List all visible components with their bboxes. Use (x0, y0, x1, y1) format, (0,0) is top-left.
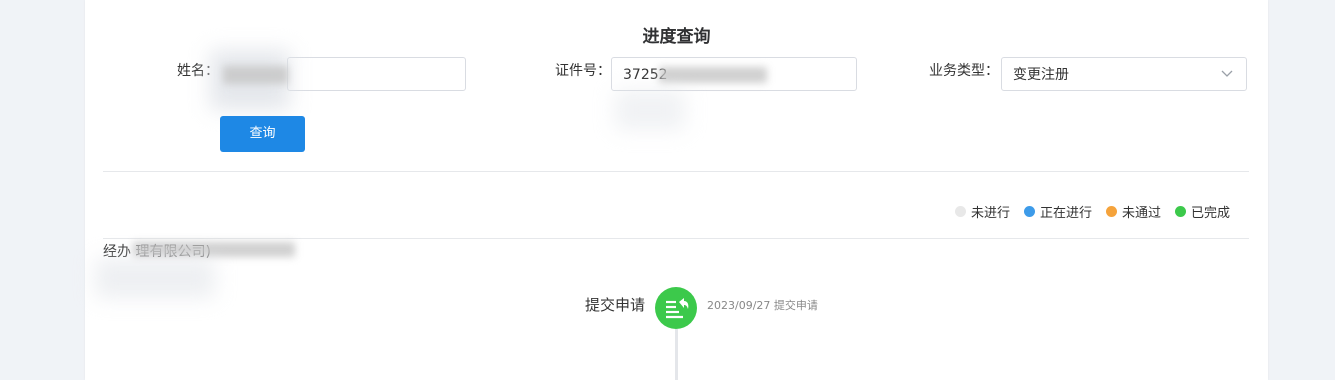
legend-item: 已完成 (1174, 202, 1230, 221)
legend-label: 未进行 (970, 206, 1010, 221)
timeline-step-icon (655, 287, 697, 329)
redaction-blur (615, 90, 685, 130)
status-dot-icon (1174, 206, 1186, 217)
redaction-blur (659, 67, 767, 83)
submit-list-icon (666, 298, 689, 319)
main-card: 进度查询 姓名： 证件号： 37252 业务类型： 变更注册 查询 未进行 正在… (85, 0, 1268, 380)
legend-label: 已完成 (1190, 206, 1230, 221)
business-type-value: 变更注册 (1013, 67, 1069, 83)
timeline-step-title: 提交申请 (585, 296, 646, 314)
legend-item: 未进行 (954, 202, 1010, 221)
divider (103, 238, 1249, 239)
timeline-step-description: 2023/09/27 提交申请 (707, 299, 818, 312)
redaction-blur (95, 258, 215, 298)
redaction-blur (223, 66, 288, 84)
legend-label: 正在进行 (1039, 206, 1092, 221)
business-type-select[interactable]: 变更注册 (1001, 57, 1247, 91)
status-dot-icon (1105, 206, 1117, 217)
status-dot-icon (1023, 206, 1035, 217)
status-legend: 未进行 正在进行 未通过 已完成 (954, 202, 1230, 221)
query-button[interactable]: 查询 (220, 116, 305, 152)
divider (103, 171, 1249, 172)
chevron-down-icon (1221, 70, 1233, 77)
timeline-connector (675, 329, 678, 380)
status-dot-icon (954, 206, 966, 217)
business-type-label: 业务类型： (929, 63, 999, 79)
name-field[interactable] (287, 57, 466, 91)
legend-label: 未通过 (1121, 206, 1161, 221)
legend-item: 正在进行 (1023, 202, 1092, 221)
legend-item: 未通过 (1105, 202, 1161, 221)
redaction-blur (133, 242, 295, 257)
page-title: 进度查询 (642, 27, 711, 47)
id-label: 证件号： (555, 63, 611, 79)
